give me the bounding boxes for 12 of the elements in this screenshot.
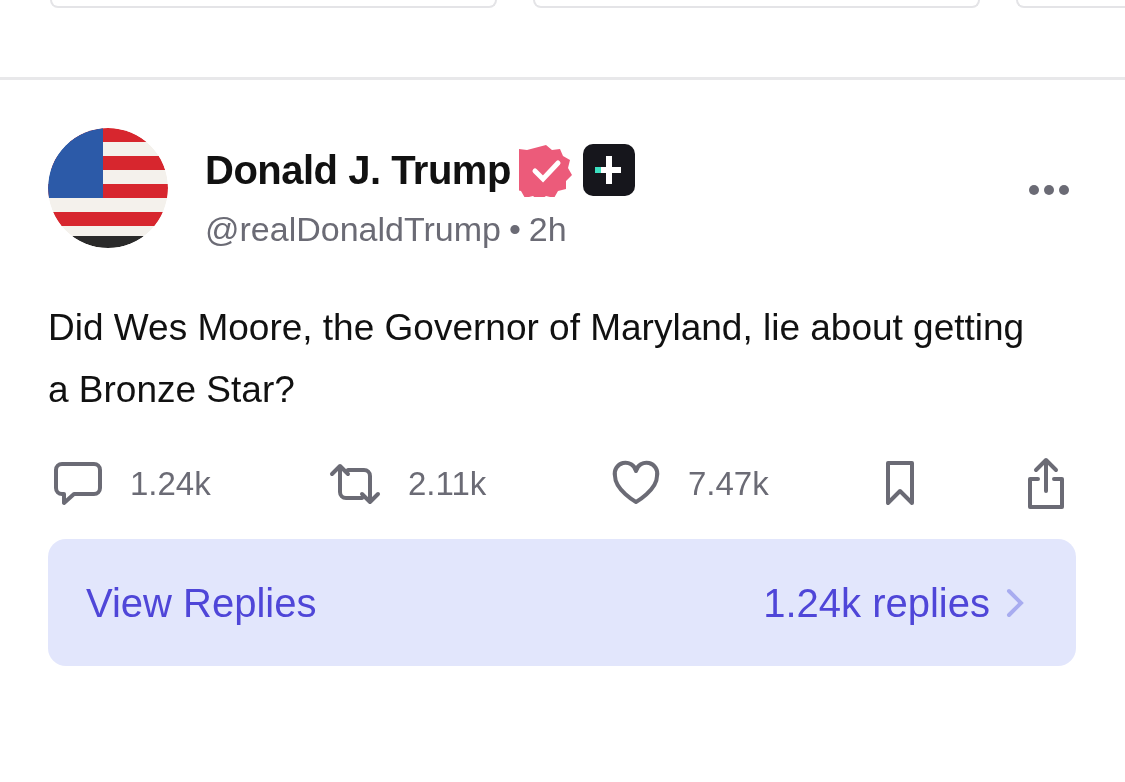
post-text: Did Wes Moore, the Governor of Maryland, lie about getting a Bronze Star?: [48, 306, 1026, 412]
more-icon[interactable]: [1028, 184, 1070, 196]
view-replies-button[interactable]: View Replies 1.24k replies: [48, 539, 1076, 666]
like-count: 7.47k: [688, 464, 769, 505]
reply-count: 1.24k: [130, 464, 211, 505]
author-name[interactable]: Donald J. Trump: [205, 148, 511, 192]
author-handle[interactable]: @realDonaldTrump: [205, 204, 501, 255]
plus-icon: [580, 142, 637, 198]
chevron-icon: [1006, 587, 1024, 618]
post-time: 2h: [528, 209, 567, 250]
repost-count: 2.11k: [408, 464, 487, 505]
separator: •: [508, 209, 521, 250]
